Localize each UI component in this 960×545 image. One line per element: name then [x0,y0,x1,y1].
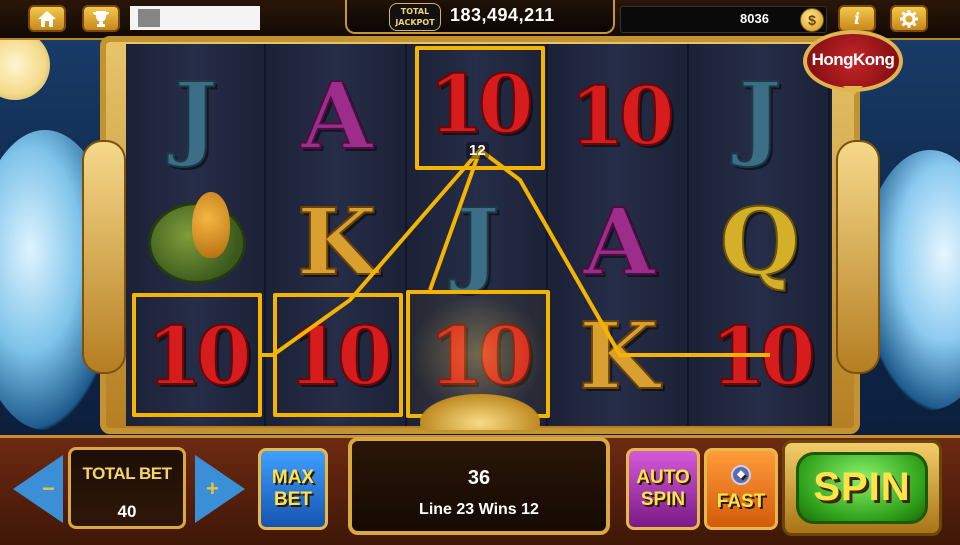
max-bet-button[interactable]: MAX BET [258,448,328,530]
coin-icon[interactable]: $ [800,8,824,32]
symbol-j: J [455,188,501,296]
symbol-k: K [296,188,378,296]
win-display: 36 Line 23 Wins 12 [348,437,610,535]
player-avatar [138,9,160,27]
fast-forward-icon: ◆ [731,465,751,485]
spin-button[interactable]: SPIN [796,452,928,524]
moon-decoration [0,30,50,100]
right-koi-decoration [836,140,880,374]
max-bet-label-line1: MAX [271,467,315,488]
fast-button[interactable]: ◆ FAST [704,448,778,530]
win-total: 36 [467,467,491,489]
lotus-decoration [420,394,540,430]
total-bet-value: 40 [117,502,137,521]
win-highlight [132,293,262,417]
symbol-q: Q [719,188,801,296]
bet-decrease-button[interactable]: − [10,450,65,528]
jackpot-amount: 183,494,211 [450,5,555,25]
slot-game-screen: TOTAL JACKPOT 183,494,211 8036 $ i J 10 … [0,0,960,545]
left-arrow-icon [12,455,63,523]
auto-spin-button[interactable]: AUTO SPIN [626,448,700,530]
right-arrow-icon [194,455,245,523]
bet-increase-button[interactable]: + [192,450,247,528]
home-icon [38,10,56,27]
gear-icon [900,9,918,28]
jackpot-badge: TOTAL JACKPOT [389,3,441,31]
auto-spin-label-line1: AUTO [636,467,690,488]
symbol-j: J [173,62,219,170]
win-line-text: Line 23 Wins 12 [419,501,539,518]
home-button[interactable] [28,5,66,32]
total-bet-label: TOTAL BET [82,464,173,483]
game-logo: HongKong [803,30,903,92]
max-bet-label-line2: BET [274,489,312,510]
plus-sign: + [206,476,219,501]
win-highlight [273,293,403,417]
auto-spin-label-line2: SPIN [640,489,686,510]
info-button[interactable]: i [838,5,876,32]
symbol-10: 10 [709,309,816,403]
symbol-a: A [300,62,373,170]
top-bar: TOTAL JACKPOT 183,494,211 8036 $ i [0,0,960,40]
trophy-button[interactable] [82,5,120,32]
symbol-k: K [578,302,660,410]
symbol-a: A [582,188,655,296]
jackpot-panel: TOTAL JACKPOT 183,494,211 [345,0,615,34]
credit-amount: 8036 [740,11,769,26]
logo-dropdown-icon[interactable] [843,86,863,96]
win-count-label: 12 [466,142,489,159]
gourd-icon [192,192,230,258]
fast-label: FAST [716,491,766,512]
credit-display [620,6,827,33]
trophy-icon [93,10,109,27]
left-koi-decoration [82,140,126,374]
symbol-10: 10 [568,69,675,163]
symbol-turtle [126,182,266,302]
settings-button[interactable] [890,5,928,32]
minus-sign: − [42,476,55,501]
total-bet-display: TOTAL BET 40 [68,447,186,529]
